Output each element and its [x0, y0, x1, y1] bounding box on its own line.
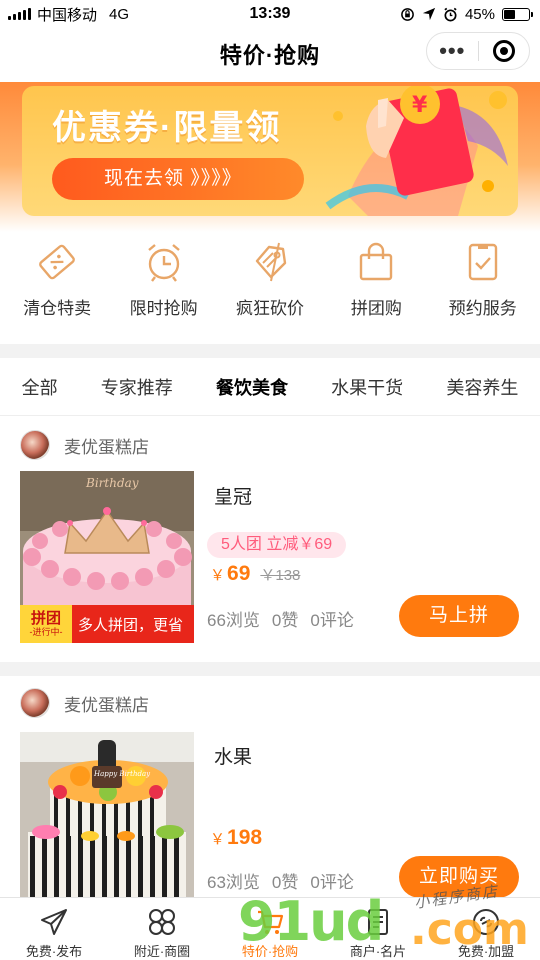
- orientation-lock-icon: [401, 7, 414, 21]
- nav-bar: 特价·抢购 •••: [0, 28, 540, 80]
- product-stats: 63浏览 0赞 0评论: [207, 868, 354, 893]
- appointment-icon: [461, 240, 505, 284]
- avatar: [20, 430, 50, 460]
- price-row: ￥198: [210, 826, 262, 850]
- bottom-tab-label: 特价·抢购: [241, 944, 299, 959]
- comments-count: 0评论: [310, 873, 354, 892]
- views-count: 63浏览: [207, 873, 260, 892]
- group-badge-box: 拼团 -进行中-: [20, 605, 72, 643]
- tab-fruit[interactable]: 水果干货: [327, 374, 407, 400]
- link-icon: [469, 906, 503, 937]
- alarm-clock-icon: [142, 240, 186, 284]
- bottom-tab-label: 商户·名片: [349, 944, 407, 959]
- bottom-tab-label: 免费·发布: [25, 944, 83, 959]
- buy-now-button[interactable]: 立即购买: [399, 856, 519, 898]
- bottom-tab-label: 免费·加盟: [457, 944, 515, 959]
- section-divider: [0, 344, 540, 358]
- category-label: 清仓特卖: [23, 299, 92, 318]
- product-image[interactable]: Happy Birthday: [20, 732, 194, 898]
- banner-title: 优惠券·限量领: [52, 109, 282, 147]
- bottom-tab-nearby[interactable]: 附近·商圈: [108, 898, 216, 960]
- product-card[interactable]: 麦优蛋糕店 Birthday 拼团 -进行中- 多人拼团，更省 皇冠 5人团 立…: [0, 430, 540, 662]
- product-stats: 66浏览 0赞 0评论: [207, 606, 354, 631]
- group-buy-badge: 拼团 -进行中- 多人拼团，更省: [20, 605, 194, 643]
- bottom-tab-publish[interactable]: 免费·发布: [0, 898, 108, 960]
- join-group-button[interactable]: 马上拼: [399, 595, 519, 637]
- promo-tag: 5人团 立减￥69: [207, 532, 347, 558]
- avatar: [20, 688, 50, 718]
- card-icon: [361, 906, 395, 937]
- cake-topper-text: Happy Birthday: [93, 770, 151, 778]
- category-appointment[interactable]: 预约服务: [433, 240, 533, 340]
- shop-name: 麦优蛋糕店: [64, 437, 149, 457]
- price-row: ￥69 ￥138: [210, 562, 300, 586]
- current-price: ￥69: [210, 562, 251, 585]
- comments-count: 0评论: [310, 611, 354, 630]
- category-flash-sale[interactable]: 限时抢购: [114, 240, 214, 340]
- badge-main: 拼团: [30, 609, 61, 627]
- category-group-buy[interactable]: 拼团购: [326, 240, 426, 340]
- battery-icon: [502, 7, 533, 21]
- price-tag-icon: [248, 240, 292, 284]
- shop-name: 麦优蛋糕店: [64, 695, 149, 715]
- close-mini-program-button[interactable]: [478, 40, 529, 62]
- category-label: 限时抢购: [129, 299, 198, 318]
- product-card[interactable]: 麦优蛋糕店 Happy Birthday 水果 ￥198 63浏览 0赞 0评论…: [0, 688, 540, 898]
- tab-all[interactable]: 全部: [18, 374, 62, 400]
- coupon-banner[interactable]: 优惠券·限量领 现在去领 》》》》 ¥: [22, 86, 518, 216]
- shop-row[interactable]: 麦优蛋糕店: [20, 688, 149, 718]
- cake-topper-text: Birthday: [85, 476, 139, 490]
- banner-area: 优惠券·限量领 现在去领 》》》》 ¥: [0, 82, 540, 232]
- likes-count: 0赞: [271, 611, 299, 630]
- get-coupon-button[interactable]: 现在去领 》》》》: [52, 158, 304, 200]
- alarm-icon: [444, 7, 457, 21]
- bottom-tab-bar: 免费·发布 附近·商圈 特价·抢购 商户·名片 免费·加盟: [0, 897, 540, 960]
- original-price: ￥138: [260, 567, 301, 584]
- product-title[interactable]: 皇冠: [214, 482, 252, 509]
- red-envelope-illustration: ¥: [325, 86, 508, 216]
- product-image[interactable]: Birthday 拼团 -进行中- 多人拼团，更省: [20, 471, 194, 643]
- mini-program-capsule: •••: [426, 32, 530, 70]
- badge-text: 多人拼团，更省: [78, 616, 184, 634]
- section-divider: [0, 662, 540, 676]
- tab-beauty[interactable]: 美容养生: [442, 374, 522, 400]
- category-clearance[interactable]: 清仓特卖: [7, 240, 107, 340]
- more-menu-icon[interactable]: •••: [427, 32, 478, 70]
- category-bargain[interactable]: 疯狂砍价: [220, 240, 320, 340]
- bottom-tab-deals[interactable]: 特价·抢购: [216, 898, 324, 960]
- bottom-tab-merchants[interactable]: 商户·名片: [324, 898, 432, 960]
- tab-expert[interactable]: 专家推荐: [97, 374, 177, 400]
- fruit-cake-image: Happy Birthday: [20, 732, 194, 898]
- category-label: 拼团购: [350, 299, 402, 318]
- category-grid: 清仓特卖 限时抢购 疯狂砍价 拼团购 预约服务: [0, 240, 540, 340]
- category-label: 疯狂砍价: [235, 299, 304, 318]
- shopping-cart-icon: [253, 906, 287, 937]
- badge-sub: -进行中-: [29, 626, 63, 637]
- tab-food[interactable]: 餐饮美食: [212, 374, 292, 400]
- bottom-tab-label: 附近·商圈: [133, 944, 191, 959]
- battery-percent: 45%: [464, 5, 495, 23]
- paper-plane-icon: [37, 906, 71, 937]
- shopping-bag-icon: [354, 240, 398, 284]
- svg-text:¥: ¥: [412, 93, 428, 118]
- shop-row[interactable]: 麦优蛋糕店: [20, 430, 149, 460]
- bottom-tab-join[interactable]: 免费·加盟: [432, 898, 540, 960]
- likes-count: 0赞: [271, 873, 299, 892]
- location-icon: [422, 7, 436, 21]
- current-price: ￥198: [210, 826, 263, 849]
- category-tabs: 全部 专家推荐 餐饮美食 水果干货 美容养生: [0, 358, 540, 416]
- product-title[interactable]: 水果: [214, 742, 252, 769]
- coupon-icon: [35, 240, 79, 284]
- views-count: 66浏览: [207, 611, 260, 630]
- status-bar: 中国移动 4G 13:39 45%: [0, 0, 540, 28]
- category-label: 预约服务: [448, 299, 517, 318]
- target-icon: [492, 40, 515, 62]
- grid-circles-icon: [145, 906, 179, 937]
